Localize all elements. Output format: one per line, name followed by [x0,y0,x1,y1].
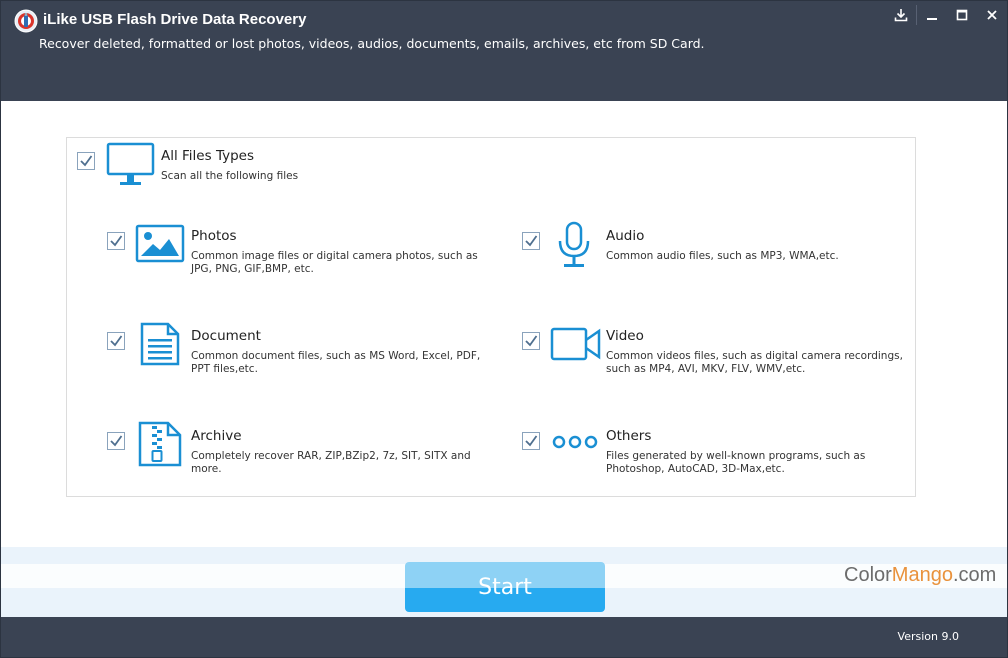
maximize-button[interactable] [947,1,977,29]
microphone-icon [558,221,590,267]
watermark-part-3: .com [952,564,997,586]
all-types-checkbox[interactable] [77,152,95,170]
video-label: Video [606,328,644,344]
archive-label: Archive [191,428,242,444]
app-title: iLike USB Flash Drive Data Recovery [43,11,307,28]
others-checkbox[interactable] [522,432,540,450]
maximize-icon [956,9,968,21]
photos-label: Photos [191,228,237,244]
video-description: Common videos files, such as digital cam… [606,350,903,375]
photos-description: Common image files or digital camera pho… [191,250,478,275]
photos-checkbox[interactable] [107,232,125,250]
audio-description: Common audio files, such as MP3, WMA,etc… [606,250,839,262]
others-description: Files generated by well-known programs, … [606,450,866,475]
document-icon [140,322,180,366]
document-label: Document [191,328,261,344]
checkmark-icon [525,335,538,347]
archive-description: Completely recover RAR, ZIP,BZip2, 7z, S… [191,450,471,475]
window-controls [886,1,1007,29]
app-subtitle: Recover deleted, formatted or lost photo… [39,36,705,51]
others-label: Others [606,428,652,444]
video-checkbox[interactable] [522,332,540,350]
minimize-button[interactable] [917,1,947,29]
title-bar: iLike USB Flash Drive Data Recovery Reco… [1,1,1007,101]
status-bar: Version 9.0 [1,617,1007,657]
image-icon [135,224,185,263]
watermark-part-2: Mango [891,564,953,586]
audio-label: Audio [606,228,645,244]
more-dots-icon [552,435,598,449]
download-icon [894,9,908,22]
document-checkbox[interactable] [107,332,125,350]
colormango-watermark: ColorMango.com [844,564,996,587]
version-label: Version 9.0 [897,630,959,643]
app-window: iLike USB Flash Drive Data Recovery Reco… [0,0,1008,658]
file-type-panel: All Files Types Scan all the following f… [66,137,916,497]
start-button[interactable]: Start [405,562,605,612]
archive-checkbox[interactable] [107,432,125,450]
zip-archive-icon [138,421,182,467]
checkmark-icon [110,335,123,347]
video-camera-icon [550,327,601,361]
audio-checkbox[interactable] [522,232,540,250]
checkmark-icon [110,435,123,447]
checkmark-icon [525,235,538,247]
minimize-icon [927,18,937,20]
watermark-part-1: Color [844,564,892,586]
close-button[interactable] [977,1,1007,29]
download-button[interactable] [886,1,916,29]
all-types-description: Scan all the following files [161,170,299,182]
checkmark-icon [525,435,538,447]
document-description: Common document files, such as MS Word, … [191,350,481,375]
monitor-icon [106,142,155,185]
checkmark-icon [80,155,93,167]
checkmark-icon [110,235,123,247]
app-logo-icon [14,9,38,33]
close-icon [987,10,997,20]
all-types-label: All Files Types [161,148,254,164]
